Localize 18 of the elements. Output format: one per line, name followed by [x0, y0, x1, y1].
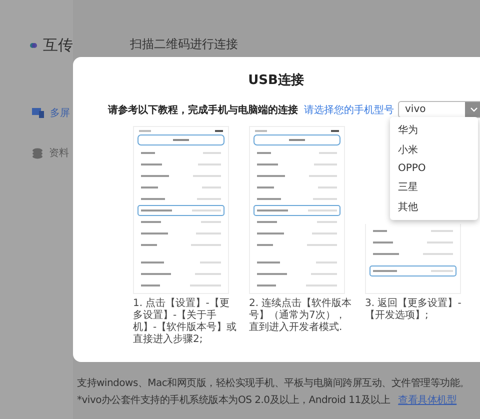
- step-caption: 1. 点击【设置】-【更多设置】-【关于手机】-【软件版本号】或直接进入步骤2;: [133, 298, 238, 346]
- version-note: *vivo办公套件支持的手机系统版本为OS 2.0及以上，Android 11及以上: [77, 394, 390, 407]
- instruction-text: 请参考以下教程，完成手机与电脑端的连接: [108, 103, 298, 116]
- model-prompt-link[interactable]: 请选择您的手机型号: [304, 102, 394, 116]
- dropdown-option[interactable]: 其他: [390, 197, 478, 217]
- step-caption: 2. 连续点击【软件版本号】（通常为7次），直到进入开发者模式.: [249, 298, 353, 334]
- screens-icon: [32, 108, 44, 118]
- stack-icon: [32, 148, 43, 158]
- dropdown-option[interactable]: 三星: [390, 177, 478, 197]
- step-caption: 3. 返回【更多设置】-【开发选项】;: [365, 298, 462, 322]
- chevron-down-icon: [470, 107, 478, 112]
- dropdown-option[interactable]: 小米: [390, 140, 478, 160]
- app-name: 互传: [43, 36, 73, 55]
- dropdown-option[interactable]: 华为: [390, 120, 478, 140]
- feature-text: 支持windows、Mac和网页版，轻松实现手机、平板与电脑间跨屏互动、文件管理等功能。: [77, 376, 470, 390]
- dropdown-option[interactable]: OPPO: [390, 160, 478, 177]
- page-heading: 扫描二维码进行连接: [129, 36, 239, 53]
- dialog-title: USB连接: [247, 72, 305, 89]
